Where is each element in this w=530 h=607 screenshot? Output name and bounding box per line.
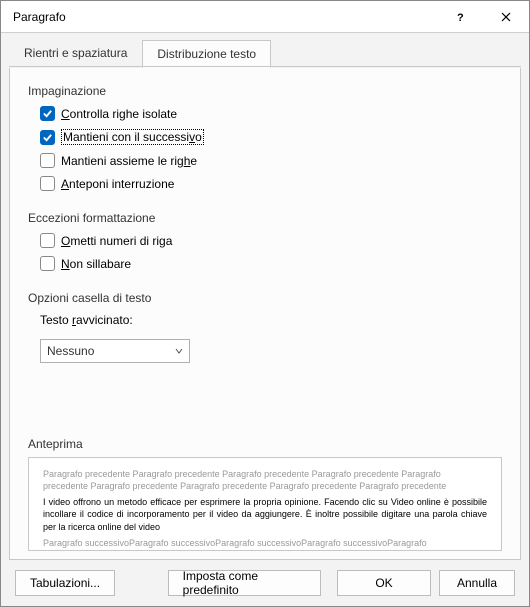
suppress-line-numbers-row[interactable]: Ometti numeri di riga xyxy=(40,233,502,248)
paragraph-dialog: Paragrafo ? Rientri e spaziatura Distrib… xyxy=(0,0,530,607)
page-break-before-label: Anteponi interruzione xyxy=(61,177,174,191)
ok-button[interactable]: OK xyxy=(337,570,431,596)
dialog-footer: Tabulazioni... Imposta come predefinito … xyxy=(1,560,529,606)
tight-wrap-row: Testo ravvicinato: xyxy=(28,313,502,327)
exceptions-group: Ometti numeri di riga Non sillabare xyxy=(28,233,502,271)
section-preview: Anteprima xyxy=(28,437,502,451)
keep-with-next-checkbox[interactable] xyxy=(40,130,55,145)
preview-after-text: Paragrafo successivoParagrafo successivo… xyxy=(43,537,487,551)
suppress-line-numbers-checkbox[interactable] xyxy=(40,233,55,248)
section-textbox-options: Opzioni casella di testo xyxy=(28,291,502,305)
suppress-line-numbers-label: Ometti numeri di riga xyxy=(61,234,172,248)
tab-strip: Rientri e spaziatura Distribuzione testo xyxy=(1,33,529,67)
section-exceptions: Eccezioni formattazione xyxy=(28,211,502,225)
close-button[interactable] xyxy=(483,1,529,33)
widow-control-checkbox[interactable] xyxy=(40,106,55,121)
pagination-group: Controlla righe isolate Mantieni con il … xyxy=(28,106,502,191)
svg-text:?: ? xyxy=(457,12,464,22)
keep-with-next-row[interactable]: Mantieni con il successivo xyxy=(40,129,502,145)
tabs-button[interactable]: Tabulazioni... xyxy=(15,570,115,596)
no-hyphenate-checkbox[interactable] xyxy=(40,256,55,271)
titlebar: Paragrafo ? xyxy=(1,1,529,33)
keep-lines-together-label: Mantieni assieme le righe xyxy=(61,154,197,168)
preview-before-text: Paragrafo precedente Paragrafo precedent… xyxy=(43,468,487,492)
tight-wrap-combo[interactable]: Nessuno xyxy=(40,339,190,363)
tab-divider xyxy=(9,66,521,67)
preview-sample-text: I video offrono un metodo efficace per e… xyxy=(43,496,487,532)
tab-content: Impaginazione Controlla righe isolate Ma… xyxy=(9,68,521,560)
page-break-before-checkbox[interactable] xyxy=(40,176,55,191)
tab-text-flow[interactable]: Distribuzione testo xyxy=(142,40,271,68)
keep-with-next-label: Mantieni con il successivo xyxy=(61,129,204,145)
content-spacer xyxy=(28,363,502,437)
preview-box: Paragrafo precedente Paragrafo precedent… xyxy=(28,457,502,551)
no-hyphenate-row[interactable]: Non sillabare xyxy=(40,256,502,271)
keep-lines-together-checkbox[interactable] xyxy=(40,153,55,168)
set-default-button[interactable]: Imposta come predefinito xyxy=(168,570,321,596)
keep-lines-together-row[interactable]: Mantieni assieme le righe xyxy=(40,153,502,168)
help-button[interactable]: ? xyxy=(437,1,483,33)
tight-wrap-label: Testo ravvicinato: xyxy=(40,313,133,327)
no-hyphenate-label: Non sillabare xyxy=(61,257,131,271)
dialog-title: Paragrafo xyxy=(13,10,437,24)
section-pagination: Impaginazione xyxy=(28,84,502,98)
widow-control-row[interactable]: Controlla righe isolate xyxy=(40,106,502,121)
cancel-button[interactable]: Annulla xyxy=(439,570,515,596)
widow-control-label: Controlla righe isolate xyxy=(61,107,177,121)
tab-indent-spacing[interactable]: Rientri e spaziatura xyxy=(9,39,142,67)
tight-wrap-value: Nessuno xyxy=(47,344,94,358)
chevron-down-icon xyxy=(175,344,183,358)
page-break-before-row[interactable]: Anteponi interruzione xyxy=(40,176,502,191)
